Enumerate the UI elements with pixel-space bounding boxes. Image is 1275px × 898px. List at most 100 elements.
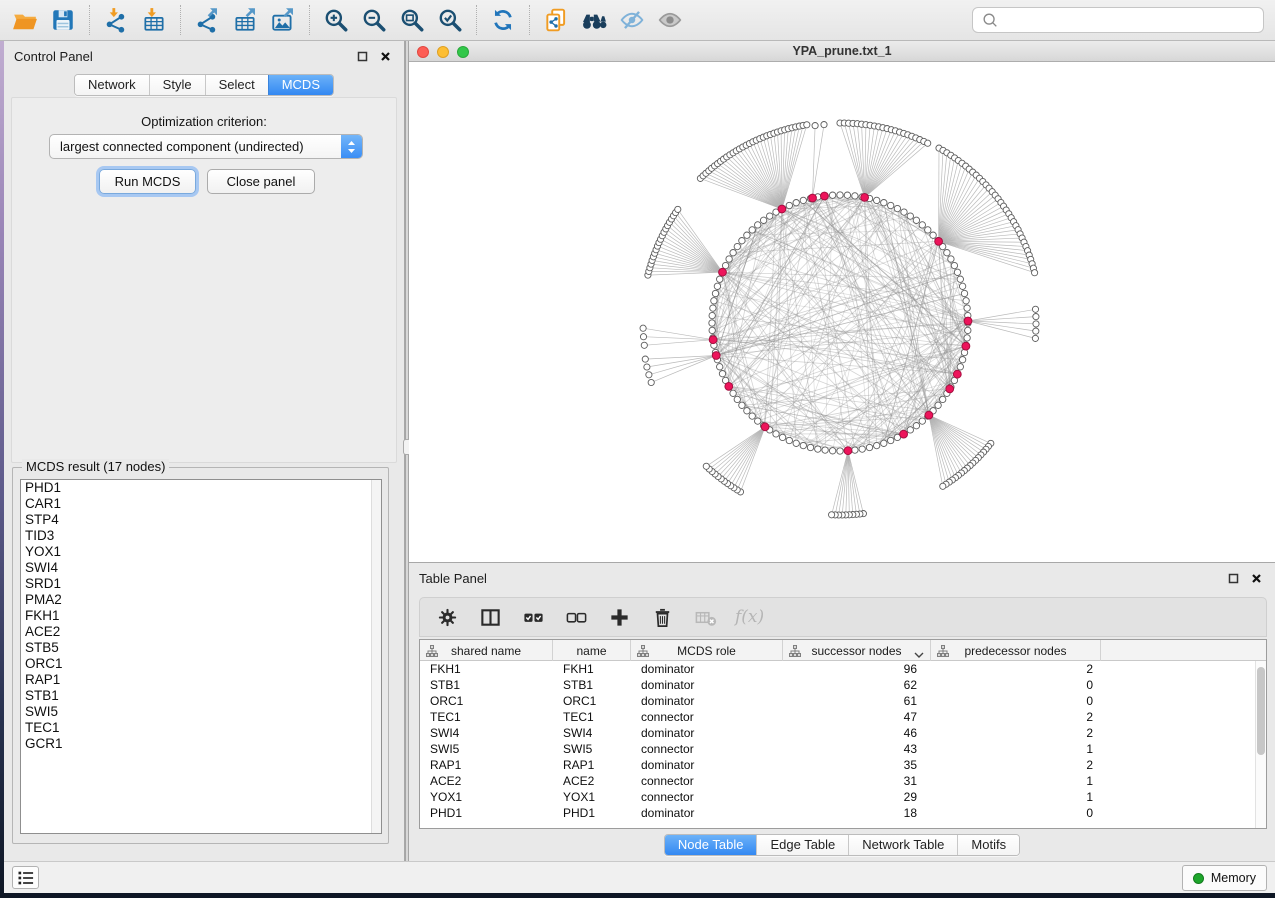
graph-node[interactable]	[815, 446, 821, 452]
table-row[interactable]: FKH1FKH1dominator962	[420, 661, 1266, 677]
graph-node[interactable]	[739, 402, 745, 408]
graph-node[interactable]	[957, 364, 963, 370]
graph-leaf-node[interactable]	[1032, 335, 1038, 341]
clone-network-icon[interactable]	[537, 3, 575, 37]
tab-edge-table[interactable]: Edge Table	[756, 835, 848, 855]
graph-node[interactable]	[844, 192, 850, 198]
table-row[interactable]: RAP1RAP1dominator352	[420, 757, 1266, 773]
graph-leaf-node[interactable]	[804, 122, 810, 128]
float-table-panel-icon[interactable]	[1227, 572, 1240, 585]
memory-button[interactable]: Memory	[1182, 865, 1267, 891]
graph-node[interactable]	[744, 232, 750, 238]
table-row[interactable]: SWI4SWI4dominator462	[420, 725, 1266, 741]
table-cell[interactable]: TEC1	[420, 709, 553, 725]
table-cell[interactable]: SWI4	[420, 725, 553, 741]
mcds-result-item[interactable]: SWI4	[21, 560, 381, 576]
table-cell[interactable]: 18	[783, 805, 931, 821]
graph-node[interactable]	[711, 298, 717, 304]
table-cell[interactable]: SWI5	[420, 741, 553, 757]
table-cell[interactable]: connector	[631, 741, 783, 757]
graph-node[interactable]	[749, 413, 755, 419]
mcds-result-item[interactable]: YOX1	[21, 544, 381, 560]
zoom-selected-icon[interactable]	[431, 3, 469, 37]
graph-node[interactable]	[919, 222, 925, 228]
tab-network-table[interactable]: Network Table	[848, 835, 957, 855]
table-cell[interactable]: SWI4	[553, 725, 631, 741]
graph-node[interactable]	[894, 205, 900, 211]
table-cell[interactable]: 96	[783, 661, 931, 677]
table-cell[interactable]: dominator	[631, 661, 783, 677]
graph-node[interactable]	[822, 447, 828, 453]
graph-node[interactable]	[719, 371, 725, 377]
graph-node[interactable]	[712, 290, 718, 296]
table-row[interactable]: SWI5SWI5connector431	[420, 741, 1266, 757]
mcds-result-item[interactable]: STB1	[21, 688, 381, 704]
graph-node[interactable]	[717, 364, 723, 370]
graph-node[interactable]	[913, 217, 919, 223]
graph-node[interactable]	[730, 390, 736, 396]
table-cell[interactable]: FKH1	[420, 661, 553, 677]
mcds-list-scrollbar[interactable]	[371, 480, 381, 833]
table-cell[interactable]: dominator	[631, 693, 783, 709]
graph-node[interactable]	[964, 335, 970, 341]
column-header-MCDS-role[interactable]: MCDS role	[631, 640, 783, 661]
mcds-result-item[interactable]: PHD1	[21, 480, 381, 496]
graph-node[interactable]	[793, 440, 799, 446]
graph-node[interactable]	[726, 256, 732, 262]
graph-dominator-node[interactable]	[709, 336, 717, 344]
tab-network[interactable]: Network	[75, 75, 149, 95]
graph-dominator-node[interactable]	[761, 423, 769, 431]
graph-leaf-node[interactable]	[642, 356, 648, 362]
table-cell[interactable]: FKH1	[553, 661, 631, 677]
table-cell[interactable]: 2	[931, 661, 1101, 677]
graph-node[interactable]	[852, 193, 858, 199]
graph-node[interactable]	[951, 262, 957, 268]
mcds-result-item[interactable]: RAP1	[21, 672, 381, 688]
table-cell[interactable]: 2	[931, 725, 1101, 741]
graph-leaf-node[interactable]	[640, 334, 646, 340]
table-cell[interactable]: 2	[931, 709, 1101, 725]
table-cell[interactable]: 0	[931, 693, 1101, 709]
graph-node[interactable]	[901, 209, 907, 215]
graph-node[interactable]	[866, 444, 872, 450]
graph-node[interactable]	[859, 446, 865, 452]
graph-dominator-node[interactable]	[844, 447, 852, 455]
open-file-icon[interactable]	[6, 3, 44, 37]
export-network-icon[interactable]	[188, 3, 226, 37]
graph-node[interactable]	[888, 202, 894, 208]
table-cell[interactable]: 1	[931, 773, 1101, 789]
graph-node[interactable]	[954, 269, 960, 275]
graph-node[interactable]	[965, 327, 971, 333]
table-cell[interactable]: PHD1	[420, 805, 553, 821]
graph-dominator-node[interactable]	[861, 194, 869, 202]
graph-leaf-node[interactable]	[1032, 270, 1038, 276]
graph-leaf-node[interactable]	[1033, 314, 1039, 320]
table-cell[interactable]: ORC1	[553, 693, 631, 709]
table-cell[interactable]: PHD1	[553, 805, 631, 821]
graph-node[interactable]	[940, 396, 946, 402]
table-cell[interactable]: 29	[783, 789, 931, 805]
graph-node[interactable]	[961, 290, 967, 296]
float-panel-icon[interactable]	[356, 50, 369, 63]
table-cell[interactable]: ORC1	[420, 693, 553, 709]
graph-leaf-node[interactable]	[641, 342, 647, 348]
close-panel-button[interactable]: Close panel	[207, 169, 315, 194]
tab-style[interactable]: Style	[149, 75, 205, 95]
table-cell[interactable]: 2	[931, 757, 1101, 773]
deselect-all-columns-icon[interactable]	[563, 604, 589, 630]
table-cell[interactable]: 0	[931, 677, 1101, 693]
table-cell[interactable]: 43	[783, 741, 931, 757]
graph-node[interactable]	[709, 327, 715, 333]
close-window-icon[interactable]	[417, 46, 429, 58]
graph-node[interactable]	[829, 192, 835, 198]
table-row[interactable]: PHD1PHD1dominator180	[420, 805, 1266, 821]
table-cell[interactable]: TEC1	[553, 709, 631, 725]
add-column-icon[interactable]	[606, 604, 632, 630]
close-panel-icon[interactable]	[379, 50, 392, 63]
graph-node[interactable]	[807, 444, 813, 450]
table-cell[interactable]: ACE2	[553, 773, 631, 789]
mcds-result-item[interactable]: STP4	[21, 512, 381, 528]
mcds-result-item[interactable]: SRD1	[21, 576, 381, 592]
run-mcds-button[interactable]: Run MCDS	[99, 169, 196, 194]
table-cell[interactable]: connector	[631, 789, 783, 805]
